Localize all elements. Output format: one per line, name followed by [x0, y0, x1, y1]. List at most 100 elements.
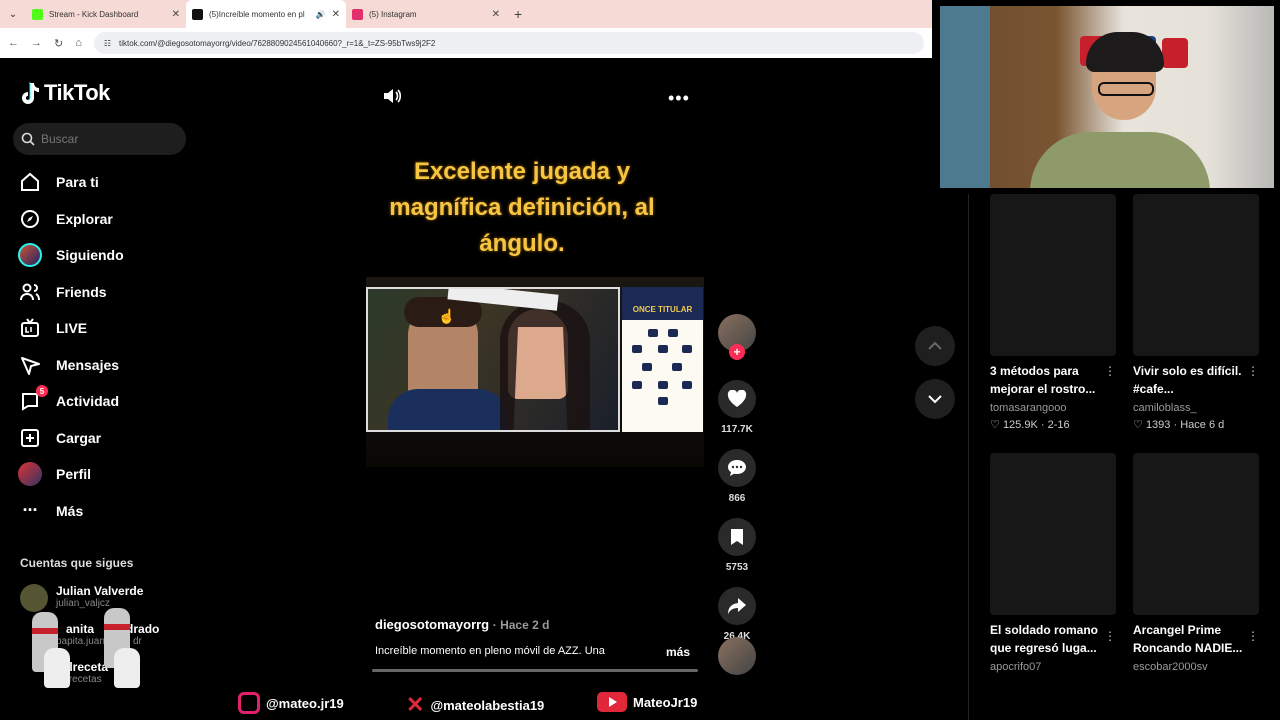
- chevron-up-icon: [928, 341, 942, 350]
- card-menu-icon[interactable]: ⋮: [1247, 364, 1259, 378]
- sidebar-item-label: Más: [56, 502, 84, 519]
- card-user[interactable]: apocrifo07: [990, 661, 1116, 673]
- instagram-icon: [238, 692, 260, 714]
- tab-tiktok-video[interactable]: (5)Increíble momento en pl 🔊 ✕: [186, 0, 346, 28]
- tab-kick-dashboard[interactable]: Stream - Kick Dashboard ✕: [26, 0, 186, 28]
- home-browser-icon[interactable]: ⌂: [75, 37, 82, 49]
- video-author[interactable]: diegosotomayorrg · Hace 2 d: [375, 617, 549, 632]
- back-icon[interactable]: ←: [8, 37, 19, 49]
- card-menu-icon[interactable]: ⋮: [1104, 629, 1116, 643]
- search-box[interactable]: [13, 123, 186, 155]
- follow-plus-icon[interactable]: +: [729, 344, 745, 360]
- post-age: · Hace 2 d: [492, 618, 550, 632]
- card-menu-icon[interactable]: ⋮: [1104, 364, 1116, 378]
- sidebar-item-live[interactable]: LIVE: [18, 310, 198, 347]
- related-video-card[interactable]: ⋮ Vivir solo es difícil. #cafe... camilo…: [1133, 194, 1259, 431]
- video-thumbnail[interactable]: [990, 194, 1116, 356]
- browser-tab-strip: ⌄ Stream - Kick Dashboard ✕ (5)Increíble…: [0, 0, 932, 28]
- activity-icon: 5: [18, 385, 48, 413]
- close-tab-icon[interactable]: ✕: [492, 9, 500, 20]
- previous-video-button[interactable]: [915, 326, 955, 366]
- youtube-icon: [597, 692, 627, 712]
- sidebar-item-label: Para ti: [56, 174, 99, 191]
- like-button[interactable]: [718, 380, 756, 418]
- card-user[interactable]: escobar2000sv: [1133, 661, 1259, 673]
- related-video-card[interactable]: ⋮ El soldado romano que regresó luga... …: [990, 453, 1116, 673]
- social-x: ✕ @mateolabestia19: [406, 692, 544, 718]
- kick-favicon-icon: [32, 8, 43, 20]
- tab-title: (5)Increíble momento en pl: [209, 9, 305, 19]
- chevron-down-icon: [928, 395, 942, 404]
- tab-title: Stream - Kick Dashboard: [49, 9, 139, 19]
- interview-clip: [366, 287, 620, 432]
- notification-badge: 5: [36, 385, 48, 398]
- close-tab-icon[interactable]: ✕: [172, 9, 180, 20]
- x-handle: @mateolabestia19: [430, 697, 545, 713]
- related-video-card[interactable]: ⋮ Arcangel Prime Roncando NADIE... escob…: [1133, 453, 1259, 673]
- following-name: Julian Valverde: [56, 584, 144, 598]
- tab-search-chevron-icon[interactable]: ⌄: [0, 0, 26, 28]
- like-count: 117.7K: [721, 424, 753, 435]
- tab-instagram[interactable]: (5) Instagram ✕: [346, 0, 506, 28]
- bookmark-icon: [731, 529, 743, 545]
- sidebar-item-actividad[interactable]: 5 Actividad: [18, 383, 198, 420]
- sidebar-item-label: Explorar: [56, 210, 113, 227]
- forward-icon[interactable]: →: [31, 37, 42, 49]
- more-link[interactable]: más: [666, 645, 690, 659]
- sidebar-item-mensajes[interactable]: Mensajes: [18, 347, 198, 384]
- heart-outline-icon: ♡: [1133, 419, 1143, 431]
- sidebar-item-label: LIVE: [56, 320, 88, 337]
- webcam-feed: [940, 6, 1274, 188]
- video-thumbnail[interactable]: [1133, 453, 1259, 615]
- heart-outline-icon: ♡: [990, 419, 1000, 431]
- card-user[interactable]: camiloblass_: [1133, 402, 1259, 414]
- video-more-options-icon[interactable]: •••: [668, 88, 690, 109]
- sound-avatar[interactable]: [718, 637, 756, 675]
- close-tab-icon[interactable]: ✕: [332, 9, 340, 20]
- lineup-graphic: ONCE TITULAR: [622, 287, 703, 432]
- lineup-title: ONCE TITULAR: [622, 287, 703, 320]
- url-field[interactable]: ☷ tiktok.com/@diegosotomayorrg/video/762…: [93, 32, 924, 54]
- related-video-card[interactable]: ⋮ 3 métodos para mejorar el rostro... to…: [990, 194, 1116, 431]
- x-logo-icon: ✕: [406, 692, 425, 717]
- video-thumbnail[interactable]: [990, 453, 1116, 615]
- sidebar-item-friends[interactable]: Friends: [18, 274, 198, 311]
- video-thumbnail[interactable]: [1133, 194, 1259, 356]
- heart-icon: [727, 390, 747, 407]
- new-tab-icon[interactable]: +: [514, 6, 522, 22]
- creator-avatar[interactable]: +: [718, 314, 756, 360]
- card-title: Arcangel Prime Roncando NADIE...: [1133, 623, 1243, 655]
- sidebar-item-explorar[interactable]: Explorar: [18, 201, 198, 238]
- home-icon: [18, 170, 42, 194]
- share-button[interactable]: [718, 587, 756, 625]
- site-info-icon[interactable]: ☷: [104, 39, 111, 48]
- sidebar-item-label: Siguiendo: [56, 247, 124, 264]
- sidebar-item-cargar[interactable]: Cargar: [18, 420, 198, 457]
- tiktok-logo[interactable]: TikTok: [20, 80, 110, 106]
- card-title: El soldado romano que regresó luga...: [990, 623, 1099, 655]
- reload-icon[interactable]: ↻: [54, 37, 63, 50]
- volume-icon[interactable]: [382, 86, 402, 111]
- card-menu-icon[interactable]: ⋮: [1247, 629, 1259, 643]
- search-icon: [21, 132, 35, 146]
- sidebar-item-perfil[interactable]: Perfil: [18, 456, 198, 493]
- next-video-button[interactable]: [915, 379, 955, 419]
- card-likes: 1393: [1145, 419, 1171, 431]
- stream-overlay-players-graphic: [14, 598, 144, 708]
- sidebar-item-mas[interactable]: ··· Más: [18, 493, 198, 530]
- sidebar-item-siguiendo[interactable]: Siguiendo: [18, 237, 198, 274]
- tiktok-favicon-icon: [192, 8, 203, 20]
- youtube-handle: MateoJr19: [633, 694, 698, 710]
- social-youtube: MateoJr19: [597, 692, 697, 712]
- card-user[interactable]: tomasarangooo: [990, 402, 1116, 414]
- more-icon: ···: [22, 500, 39, 521]
- save-button[interactable]: [718, 518, 756, 556]
- comment-button[interactable]: [718, 449, 756, 487]
- card-date: Hace 6 d: [1180, 419, 1225, 431]
- speaker-icon[interactable]: 🔊: [316, 10, 326, 19]
- video-progress-bar[interactable]: [372, 669, 698, 672]
- sidebar-item-para-ti[interactable]: Para ti: [18, 164, 198, 201]
- author-name: diegosotomayorrg: [375, 617, 490, 632]
- search-input[interactable]: [41, 132, 171, 146]
- progress-fill: [372, 669, 698, 672]
